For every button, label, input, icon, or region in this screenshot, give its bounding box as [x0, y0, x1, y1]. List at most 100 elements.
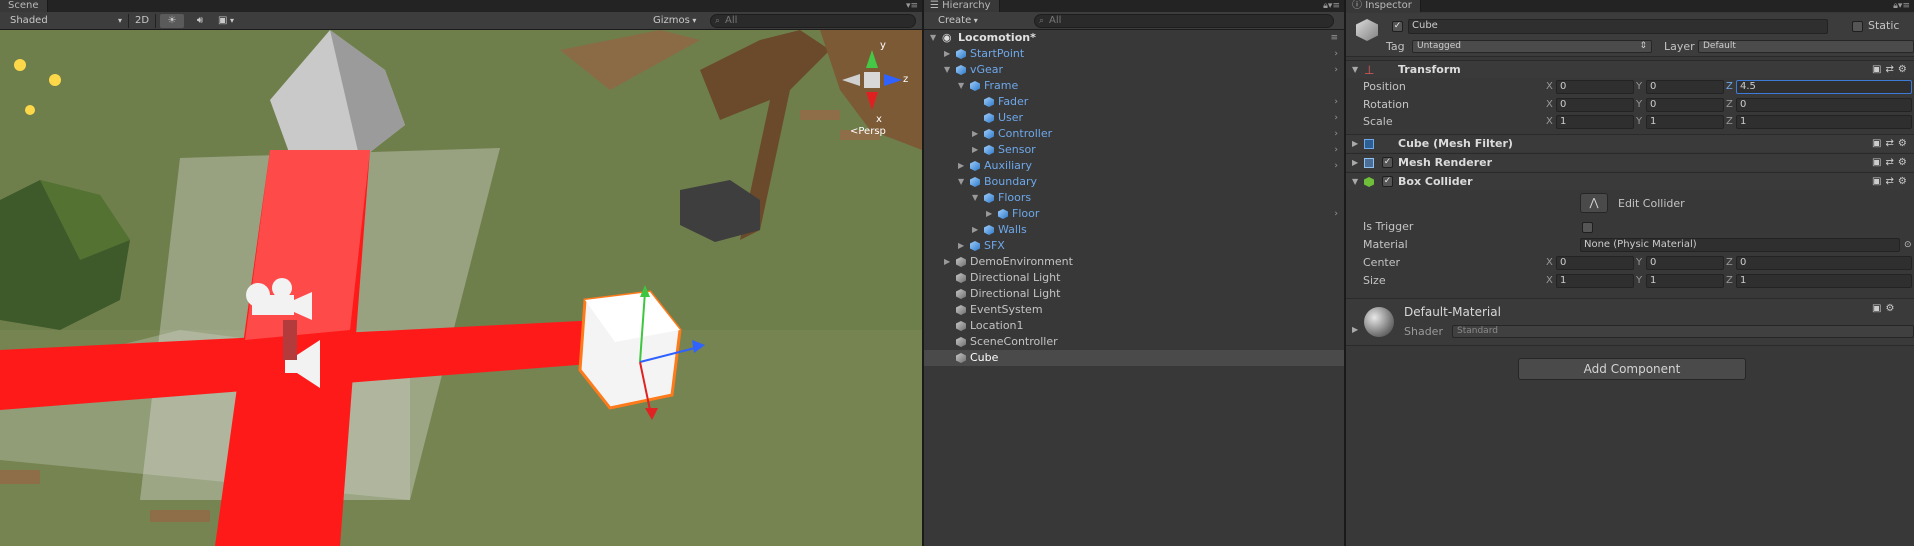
rotation-y-field[interactable]: 0	[1646, 98, 1724, 112]
add-component-button[interactable]: Add Component	[1518, 358, 1746, 380]
expand-arrow-icon[interactable]: ▶	[1352, 325, 1358, 334]
tag-dropdown[interactable]: Untagged ⇕	[1412, 40, 1652, 53]
lighting-toggle[interactable]: ☀	[160, 14, 184, 28]
lock-icon[interactable]: 🔒︎▾≡	[1323, 0, 1340, 12]
hierarchy-item-vgear[interactable]: ▼ vGear ›	[924, 62, 1344, 78]
collapse-arrow-icon[interactable]: ▼	[958, 174, 968, 190]
hierarchy-item-cube[interactable]: Cube	[924, 350, 1344, 366]
panel-menu-icon[interactable]: ▾≡	[906, 0, 918, 12]
collapse-arrow-icon[interactable]: ▼	[958, 78, 968, 94]
prefab-open-icon[interactable]: ›	[1334, 62, 1338, 78]
expand-arrow-icon[interactable]: ▶	[986, 206, 996, 222]
mesh-renderer-component-header[interactable]: ▶ ✓ Mesh Renderer ▣⇄⚙	[1346, 153, 1914, 171]
material-field[interactable]: None (Physic Material)	[1580, 238, 1900, 252]
scene-root-row[interactable]: ▼ ◉ Locomotion* ≡	[924, 30, 1344, 46]
hierarchy-item-sfx[interactable]: ▶ SFX	[924, 238, 1344, 254]
menu-icon[interactable]: ≡	[1330, 30, 1338, 46]
expand-arrow-icon[interactable]: ▶	[944, 46, 954, 62]
collapse-arrow-icon[interactable]: ▼	[1352, 173, 1358, 191]
expand-arrow-icon[interactable]: ▼	[930, 30, 940, 46]
expand-arrow-icon[interactable]: ▶	[944, 254, 954, 270]
hierarchy-item-frame[interactable]: ▼ Frame	[924, 78, 1344, 94]
hierarchy-item-directional-light[interactable]: Directional Light	[924, 286, 1344, 302]
hierarchy-item-fader[interactable]: Fader ›	[924, 94, 1344, 110]
hierarchy-item-sensor[interactable]: ▶ Sensor ›	[924, 142, 1344, 158]
effects-dropdown[interactable]: ▣ ▾	[218, 14, 250, 28]
hierarchy-item-boundary[interactable]: ▼ Boundary	[924, 174, 1344, 190]
scale-x-field[interactable]: 1	[1556, 115, 1634, 129]
tab-hierarchy[interactable]: ☰ Hierarchy	[924, 0, 1000, 12]
shading-mode-dropdown[interactable]: Shaded ▾	[10, 14, 122, 28]
expand-arrow-icon[interactable]: ▶	[1352, 135, 1358, 153]
center-x-field[interactable]: 0	[1556, 256, 1634, 270]
hierarchy-item-floors[interactable]: ▼ Floors	[924, 190, 1344, 206]
tab-inspector[interactable]: ⓘ Inspector	[1346, 0, 1421, 12]
prefab-open-icon[interactable]: ›	[1334, 142, 1338, 158]
hierarchy-item-controller[interactable]: ▶ Controller ›	[924, 126, 1344, 142]
prefab-open-icon[interactable]: ›	[1334, 126, 1338, 142]
position-y-field[interactable]: 0	[1646, 80, 1724, 94]
component-settings-icon[interactable]: ▣⇄⚙	[1872, 157, 1912, 169]
object-picker-icon[interactable]: ⊙	[1904, 237, 1912, 253]
hierarchy-item-scenecontroller[interactable]: SceneController	[924, 334, 1344, 350]
box-collider-component-header[interactable]: ▼ ✓ Box Collider ▣⇄⚙	[1346, 172, 1914, 190]
hierarchy-item-auxiliary[interactable]: ▶ Auxiliary ›	[924, 158, 1344, 174]
gizmos-dropdown[interactable]: Gizmos ▾	[653, 14, 703, 28]
prefab-open-icon[interactable]: ›	[1334, 46, 1338, 62]
hierarchy-item-location1[interactable]: Location1	[924, 318, 1344, 334]
position-x-field[interactable]: 0	[1556, 80, 1634, 94]
size-x-field[interactable]: 1	[1556, 274, 1634, 288]
box-collider-enabled-checkbox[interactable]: ✓	[1382, 176, 1393, 187]
prefab-open-icon[interactable]: ›	[1334, 94, 1338, 110]
object-name-field[interactable]: Cube	[1408, 19, 1828, 34]
component-settings-icon[interactable]: ▣⇄⚙	[1872, 138, 1912, 150]
static-checkbox[interactable]	[1852, 21, 1863, 32]
mode-2d-toggle[interactable]: 2D	[128, 14, 156, 28]
active-checkbox[interactable]: ✓	[1392, 21, 1403, 32]
hierarchy-item-startpoint[interactable]: ▶ StartPoint ›	[924, 46, 1344, 62]
center-z-field[interactable]: 0	[1736, 256, 1912, 270]
edit-collider-button[interactable]: ⋀	[1580, 193, 1608, 213]
hierarchy-search-input[interactable]: ⌕ All	[1034, 14, 1334, 28]
prefab-open-icon[interactable]: ›	[1334, 110, 1338, 126]
prefab-open-icon[interactable]: ›	[1334, 158, 1338, 174]
hierarchy-item-directional-light[interactable]: Directional Light	[924, 270, 1344, 286]
audio-toggle[interactable]: 🔊︎	[190, 14, 210, 28]
component-settings-icon[interactable]: ▣⚙	[1872, 303, 1912, 315]
rotation-z-field[interactable]: 0	[1736, 98, 1912, 112]
scene-viewport[interactable]: y z x <Persp	[0, 30, 922, 546]
size-y-field[interactable]: 1	[1646, 274, 1724, 288]
position-z-field[interactable]: 4.5	[1736, 80, 1912, 94]
mesh-filter-component-header[interactable]: ▶ Cube (Mesh Filter) ▣⇄⚙	[1346, 134, 1914, 152]
create-dropdown[interactable]: Create ▾	[938, 14, 988, 28]
mesh-renderer-enabled-checkbox[interactable]: ✓	[1382, 157, 1393, 168]
scene-search-input[interactable]: ⌕ All	[710, 14, 916, 28]
tab-scene[interactable]: Scene	[0, 0, 48, 12]
scene-panel[interactable]: y z x <Persp Scene ▾≡ Shaded ▾ 2D ☀ 🔊︎ ▣ …	[0, 0, 922, 546]
center-y-field[interactable]: 0	[1646, 256, 1724, 270]
hierarchy-item-floor[interactable]: ▶ Floor ›	[924, 206, 1344, 222]
transform-component-header[interactable]: ▼ ⊥ Transform ▣⇄⚙	[1346, 60, 1914, 78]
hierarchy-item-demoenvironment[interactable]: ▶ DemoEnvironment	[924, 254, 1344, 270]
size-z-field[interactable]: 1	[1736, 274, 1912, 288]
shader-dropdown[interactable]: Standard	[1452, 325, 1914, 338]
scale-y-field[interactable]: 1	[1646, 115, 1724, 129]
lock-icon[interactable]: 🔒︎▾≡	[1893, 0, 1910, 12]
is-trigger-checkbox[interactable]	[1582, 222, 1593, 233]
expand-arrow-icon[interactable]: ▶	[958, 238, 968, 254]
layer-dropdown[interactable]: Default	[1698, 40, 1914, 53]
collapse-arrow-icon[interactable]: ▼	[1352, 61, 1358, 79]
hierarchy-item-eventsystem[interactable]: EventSystem	[924, 302, 1344, 318]
expand-arrow-icon[interactable]: ▶	[972, 222, 982, 238]
expand-arrow-icon[interactable]: ▶	[1352, 154, 1358, 172]
expand-arrow-icon[interactable]: ▶	[972, 126, 982, 142]
component-settings-icon[interactable]: ▣⇄⚙	[1872, 176, 1912, 188]
rotation-x-field[interactable]: 0	[1556, 98, 1634, 112]
expand-arrow-icon[interactable]: ▶	[972, 142, 982, 158]
collapse-arrow-icon[interactable]: ▼	[944, 62, 954, 78]
hierarchy-item-user[interactable]: User ›	[924, 110, 1344, 126]
expand-arrow-icon[interactable]: ▶	[958, 158, 968, 174]
component-settings-icon[interactable]: ▣⇄⚙	[1872, 64, 1912, 76]
scale-z-field[interactable]: 1	[1736, 115, 1912, 129]
hierarchy-item-walls[interactable]: ▶ Walls	[924, 222, 1344, 238]
